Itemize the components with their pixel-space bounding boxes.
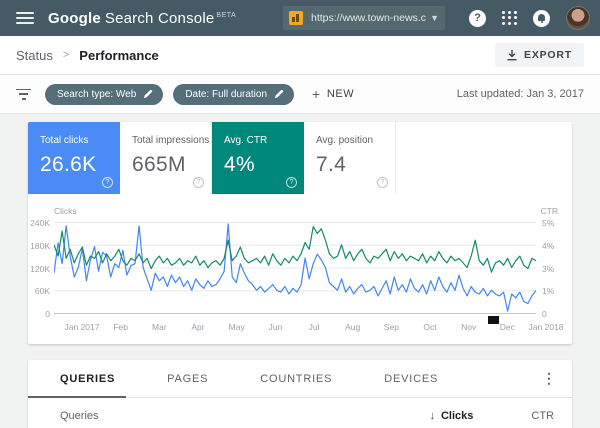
tab-countries[interactable]: COUNTRIES (260, 373, 332, 385)
active-tab-underline (28, 396, 126, 398)
sort-desc-icon: ↓ (429, 410, 435, 422)
new-filter-label: NEW (326, 88, 355, 100)
metric-value: 4% (224, 153, 255, 176)
metric-label: Avg. CTR (224, 135, 268, 146)
export-button[interactable]: EXPORT (495, 43, 584, 67)
metric-tile-avg-position[interactable]: Avg. position 7.4 ? (304, 122, 396, 194)
property-url: https://www.town-news.com (311, 12, 426, 24)
app-header: Google Search Console BETA https://www.tow… (0, 0, 600, 36)
metric-tile-total-impressions[interactable]: Total impressions 665M ? (120, 122, 212, 194)
help-icon[interactable]: ? (102, 177, 113, 188)
time-series-chart (54, 222, 536, 314)
metric-value: 665M (132, 153, 186, 176)
metric-tiles: Total clicks 26.6K ? Total impressions 6… (28, 122, 572, 194)
metric-tile-avg-ctr[interactable]: Avg. CTR 4% ? (212, 122, 304, 194)
property-selector[interactable]: https://www.town-news.com ▼ (283, 6, 445, 30)
notifications-icon[interactable] (533, 9, 550, 27)
tab-queries[interactable]: QUERIES (60, 373, 115, 385)
search-type-label: Search type: Web (57, 88, 137, 100)
filter-icon[interactable] (16, 88, 31, 100)
metric-label: Total impressions (132, 135, 210, 146)
metric-value: 7.4 (316, 153, 347, 176)
performance-chart-card: Total clicks 26.6K ? Total impressions 6… (28, 122, 572, 344)
clicks-header-label: Clicks (440, 410, 474, 422)
metric-label: Total clicks (40, 135, 89, 146)
breadcrumb-separator: > (62, 49, 70, 61)
metric-value: 26.6K (40, 153, 97, 176)
page-title: Performance (79, 47, 159, 63)
plus-icon: + (312, 86, 321, 102)
help-icon[interactable]: ? (377, 177, 388, 188)
apps-grid-icon[interactable] (502, 10, 517, 26)
page-body: Total clicks 26.6K ? Total impressions 6… (0, 114, 600, 428)
help-icon[interactable]: ? (286, 177, 297, 188)
filter-bar: Search type: Web Date: Full duration + N… (0, 75, 600, 114)
breadcrumb-bar: Status > Performance EXPORT (0, 36, 600, 75)
column-header-queries[interactable]: Queries (60, 410, 99, 422)
date-filter-chip[interactable]: Date: Full duration (173, 83, 295, 105)
export-label: EXPORT (524, 49, 572, 61)
tab-pages[interactable]: PAGES (167, 373, 208, 385)
left-axis-title: Clicks (54, 206, 77, 216)
table-header-row: Queries ↓ Clicks CTR (28, 398, 572, 428)
right-axis-title: CTR (540, 206, 558, 216)
brand-google: Google (48, 9, 101, 27)
edit-icon (144, 89, 153, 99)
download-icon (507, 49, 517, 60)
chevron-down-icon: ▼ (430, 13, 439, 23)
new-filter-button[interactable]: + NEW (312, 86, 354, 102)
dimensions-table-card: QUERIES PAGES COUNTRIES DEVICES ⋮ Querie… (28, 360, 572, 428)
app-title: Google Search Console BETA (48, 10, 236, 27)
tab-devices[interactable]: DEVICES (384, 373, 438, 385)
column-header-clicks[interactable]: ↓ Clicks (429, 410, 473, 422)
metric-label: Avg. position (316, 135, 374, 146)
beta-badge: BETA (216, 11, 237, 19)
edit-icon (274, 89, 284, 99)
table-tabs: QUERIES PAGES COUNTRIES DEVICES ⋮ (28, 360, 572, 398)
brand-product: Search Console (104, 9, 215, 27)
column-header-ctr[interactable]: CTR (531, 410, 554, 422)
breadcrumb-status[interactable]: Status (16, 48, 53, 63)
search-type-chip[interactable]: Search type: Web (45, 83, 164, 105)
overflow-menu-icon[interactable]: ⋮ (542, 370, 556, 387)
avatar[interactable] (566, 6, 590, 30)
help-icon[interactable]: ? (193, 177, 204, 188)
date-filter-label: Date: Full duration (185, 88, 268, 100)
last-updated-text: Last updated: Jan 3, 2017 (456, 88, 584, 100)
mouse-cursor (488, 316, 499, 324)
property-icon (289, 11, 303, 25)
menu-icon[interactable] (16, 12, 34, 24)
help-icon[interactable]: ? (469, 9, 486, 27)
metric-tile-total-clicks[interactable]: Total clicks 26.6K ? (28, 122, 120, 194)
